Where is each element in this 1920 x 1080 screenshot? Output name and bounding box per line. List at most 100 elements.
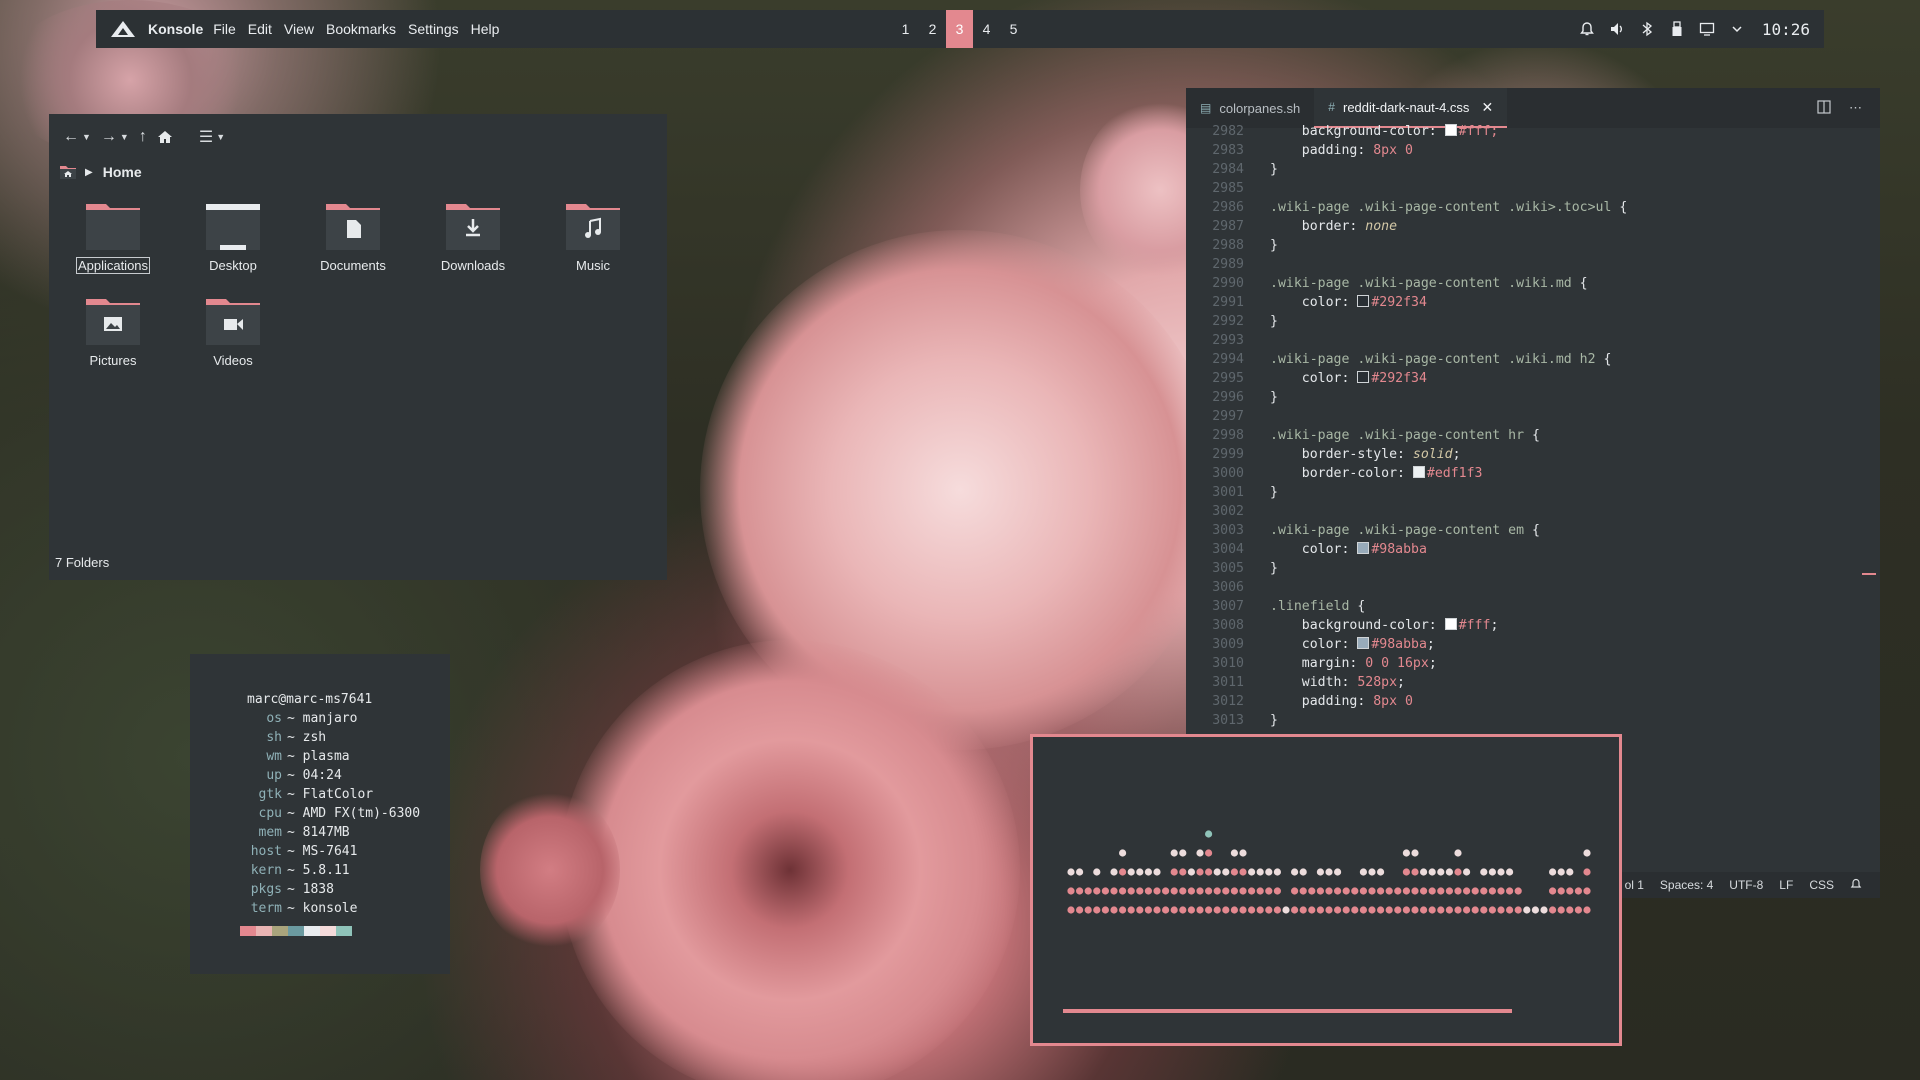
indent-setting[interactable]: Spaces: 4: [1660, 878, 1713, 892]
folder-documents[interactable]: Documents: [303, 200, 403, 273]
home-folder-icon[interactable]: [59, 164, 77, 180]
visualizer-dot: [1248, 906, 1256, 914]
alarm-icon[interactable]: [1578, 20, 1596, 38]
menu-settings[interactable]: Settings: [408, 21, 459, 37]
code-line[interactable]: 3002: [1186, 502, 1880, 521]
bell-icon[interactable]: [1850, 878, 1862, 893]
menu-file[interactable]: File: [213, 21, 236, 37]
menu-view[interactable]: View: [284, 21, 314, 37]
code-line[interactable]: 2986 .wiki-page .wiki-page-content .wiki>…: [1186, 198, 1880, 217]
bluetooth-icon[interactable]: [1638, 20, 1656, 38]
menu-edit[interactable]: Edit: [248, 21, 272, 37]
close-icon[interactable]: ✕: [1481, 99, 1493, 116]
chevron-down-icon[interactable]: [1728, 20, 1746, 38]
volume-icon[interactable]: [1608, 20, 1626, 38]
code-line[interactable]: 3011 width: 528px;: [1186, 673, 1880, 692]
code-line[interactable]: 2995 color: #292f34: [1186, 369, 1880, 388]
line-ending[interactable]: LF: [1779, 878, 1793, 892]
code-token: .wiki-page .wiki-page-content .wiki.md h…: [1270, 352, 1604, 367]
desktop-4[interactable]: 4: [973, 10, 1000, 48]
visualizer-dot: [1230, 906, 1238, 914]
visualizer-dot: [1187, 906, 1195, 914]
app-launcher-icon[interactable]: [110, 19, 136, 39]
desktop-1[interactable]: 1: [892, 10, 919, 48]
menu-help[interactable]: Help: [471, 21, 500, 37]
visualizer-dot: [1583, 849, 1591, 857]
code-line[interactable]: 2987 border: none: [1186, 217, 1880, 236]
folder-downloads[interactable]: Downloads: [423, 200, 523, 273]
up-button[interactable]: ↑: [139, 128, 147, 146]
language-mode[interactable]: CSS: [1809, 878, 1834, 892]
code-line[interactable]: 2991 color: #292f34: [1186, 293, 1880, 312]
folder-applications[interactable]: Applications: [63, 200, 163, 274]
code-line[interactable]: 2990 .wiki-page .wiki-page-content .wiki.…: [1186, 274, 1880, 293]
code-line[interactable]: 2992}: [1186, 312, 1880, 331]
menu-bookmarks[interactable]: Bookmarks: [326, 21, 396, 37]
clock[interactable]: 10:26: [1762, 20, 1810, 39]
code-line[interactable]: 2982 background-color: #fff;: [1186, 122, 1880, 141]
line-number: 2983: [1212, 143, 1244, 158]
code-line[interactable]: 3006: [1186, 578, 1880, 597]
folder-music[interactable]: Music: [543, 200, 643, 273]
visualizer-dot: [1497, 906, 1505, 914]
code-line[interactable]: 2996}: [1186, 388, 1880, 407]
folder-label: Desktop: [209, 258, 257, 273]
code-line[interactable]: 2999 border-style: solid;: [1186, 445, 1880, 464]
forward-button[interactable]: → ▼: [101, 128, 129, 146]
cursor-position[interactable]: ol 1: [1625, 878, 1644, 892]
display-icon[interactable]: [1698, 20, 1716, 38]
code-line[interactable]: 3013}: [1186, 711, 1880, 730]
code-area[interactable]: 2982 background-color: #fff; 2983 padding…: [1186, 124, 1880, 818]
code-line[interactable]: 3000 border-color: #edf1f3: [1186, 464, 1880, 483]
visualizer-dot: [1471, 906, 1479, 914]
folder-videos[interactable]: Videos: [183, 295, 283, 368]
code-line[interactable]: 2985: [1186, 179, 1880, 198]
file-icon: ▤: [1200, 101, 1212, 115]
usb-icon[interactable]: [1668, 20, 1686, 38]
more-actions-icon[interactable]: ⋯: [1849, 100, 1862, 116]
code-line[interactable]: 3003 .wiki-page .wiki-page-content em {: [1186, 521, 1880, 540]
visualizer-dot: [1093, 868, 1101, 876]
code-line[interactable]: 2983 padding: 8px 0: [1186, 141, 1880, 160]
split-editor-icon[interactable]: [1817, 99, 1831, 117]
visualizer-dot: [1299, 887, 1307, 895]
code-line[interactable]: 2997: [1186, 407, 1880, 426]
code-line[interactable]: 2994 .wiki-page .wiki-page-content .wiki.…: [1186, 350, 1880, 369]
desktop-2[interactable]: 2: [919, 10, 946, 48]
audio-visualizer-window[interactable]: [1030, 734, 1622, 1046]
color-palette: [240, 926, 352, 936]
fetch-key: sh: [266, 730, 282, 745]
line-text: color: #292f34: [1270, 293, 1427, 312]
code-line[interactable]: 3004 color: #98abba: [1186, 540, 1880, 559]
desktop-5[interactable]: 5: [1000, 10, 1027, 48]
code-line[interactable]: 3001}: [1186, 483, 1880, 502]
code-line[interactable]: 2989: [1186, 255, 1880, 274]
back-button[interactable]: ← ▼: [63, 128, 91, 146]
view-menu-button[interactable]: ☰ ▼: [199, 127, 225, 147]
folder-pictures[interactable]: Pictures: [63, 295, 163, 368]
visualizer-dot: [1179, 849, 1187, 857]
code-line[interactable]: 2998 .wiki-page .wiki-page-content hr {: [1186, 426, 1880, 445]
folder-desktop[interactable]: Desktop: [183, 200, 283, 273]
fetch-key: kern: [250, 863, 282, 878]
line-number: 3002: [1212, 504, 1244, 519]
code-line[interactable]: 2993: [1186, 331, 1880, 350]
code-line[interactable]: 3010 margin: 0 0 16px;: [1186, 654, 1880, 673]
desktop-3[interactable]: 3: [946, 10, 973, 48]
code-line[interactable]: 3012 padding: 8px 0: [1186, 692, 1880, 711]
terminal-window[interactable]: marc@marc-ms7641 os ~ manjaro sh ~ zsh wm ~…: [190, 654, 450, 974]
encoding[interactable]: UTF-8: [1729, 878, 1763, 892]
code-line[interactable]: 3005}: [1186, 559, 1880, 578]
code-line[interactable]: 3007 .linefield {: [1186, 597, 1880, 616]
code-line[interactable]: 2988}: [1186, 236, 1880, 255]
home-button[interactable]: [157, 129, 173, 145]
fetch-key: os: [266, 711, 282, 726]
visualizer-dot: [1144, 868, 1152, 876]
code-line[interactable]: 3009 color: #98abba;: [1186, 635, 1880, 654]
visualizer-dot: [1437, 906, 1445, 914]
code-line[interactable]: 2984}: [1186, 160, 1880, 179]
scrollbar-marker[interactable]: [1862, 573, 1876, 575]
breadcrumb-home[interactable]: Home: [103, 164, 142, 180]
code-token: .wiki-page .wiki-page-content .wiki.md: [1270, 276, 1580, 291]
code-line[interactable]: 3008 background-color: #fff;: [1186, 616, 1880, 635]
